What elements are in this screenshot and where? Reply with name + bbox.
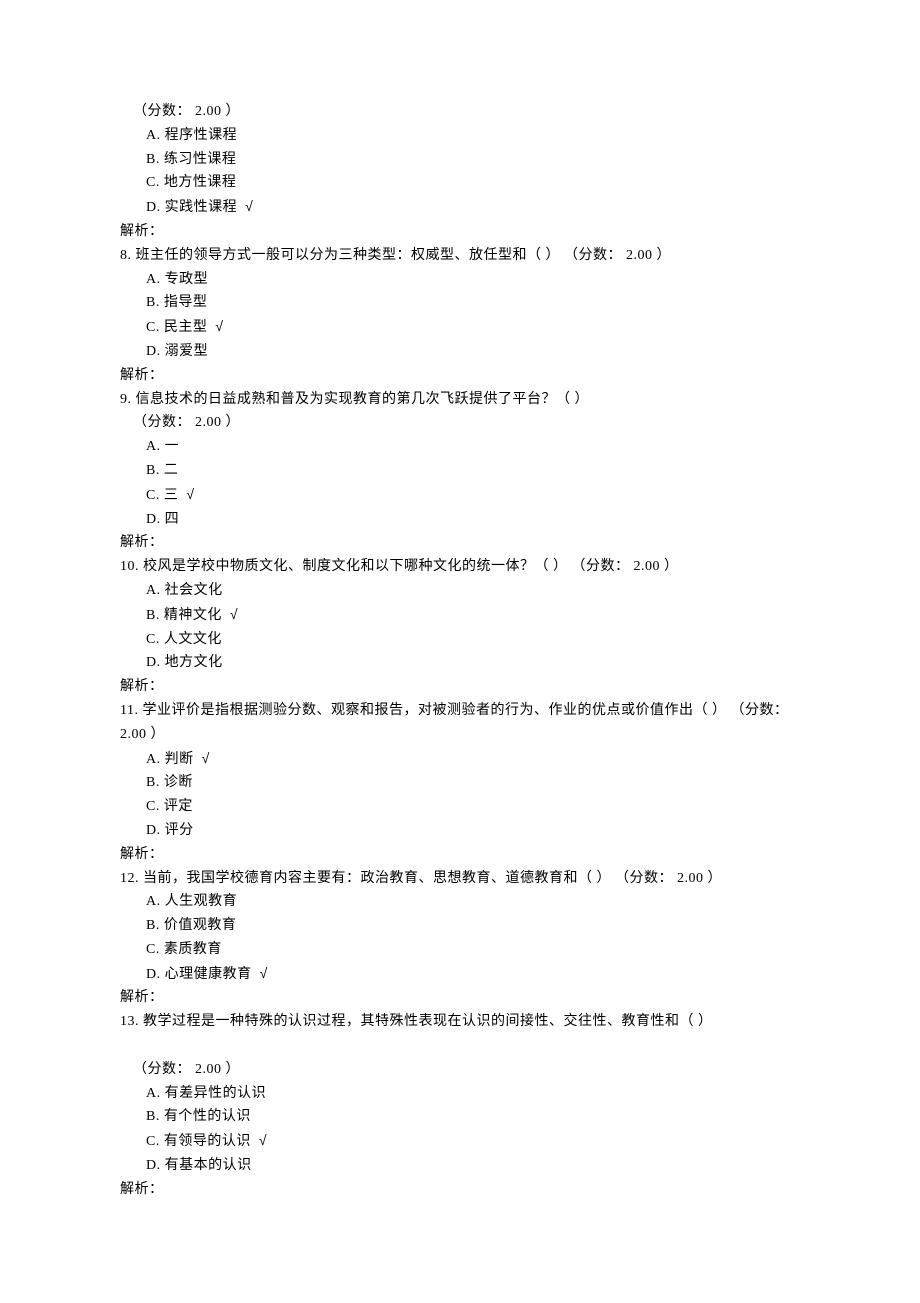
q8-stem: 8. 班主任的领导方式一般可以分为三种类型：权威型、放任型和（ ） （分数： 2… bbox=[120, 244, 800, 268]
q13-option-b: B. 有个性的认识 bbox=[120, 1105, 800, 1129]
q13-option-c-text: C. 有领导的认识 bbox=[146, 1134, 251, 1149]
q8-option-b: B. 指导型 bbox=[120, 291, 800, 315]
q12-option-b: B. 价值观教育 bbox=[120, 914, 800, 938]
q9-option-b: B. 二 bbox=[120, 459, 800, 483]
q9-analysis-label: 解析： bbox=[120, 531, 800, 555]
q13-score: （分数： 2.00 ） bbox=[120, 1058, 800, 1082]
q7-score: （分数： 2.00 ） bbox=[120, 100, 800, 124]
q11-score: 2.00 ） bbox=[120, 723, 800, 747]
q9-option-d: D. 四 bbox=[120, 508, 800, 532]
q7-option-c: C. 地方性课程 bbox=[120, 171, 800, 195]
check-icon: √ bbox=[215, 318, 223, 334]
q8-option-c-text: C. 民主型 bbox=[146, 320, 207, 335]
q7-option-d: D. 实践性课程 √ bbox=[120, 195, 800, 220]
check-icon: √ bbox=[202, 750, 210, 766]
q10-option-b-text: B. 精神文化 bbox=[146, 608, 222, 623]
document-page: （分数： 2.00 ） A. 程序性课程 B. 练习性课程 C. 地方性课程 D… bbox=[0, 0, 920, 1303]
check-icon: √ bbox=[245, 198, 253, 214]
q13-stem: 13. 教学过程是一种特殊的认识过程，其特殊性表现在认识的间接性、交往性、教育性… bbox=[120, 1010, 800, 1034]
q11-option-d: D. 评分 bbox=[120, 819, 800, 843]
q10-option-a: A. 社会文化 bbox=[120, 579, 800, 603]
q12-stem: 12. 当前，我国学校德育内容主要有：政治教育、思想教育、道德教育和（ ） （分… bbox=[120, 867, 800, 891]
q11-option-b: B. 诊断 bbox=[120, 771, 800, 795]
q8-option-c: C. 民主型 √ bbox=[120, 315, 800, 340]
q12-option-d: D. 心理健康教育 √ bbox=[120, 962, 800, 987]
q11-option-c: C. 评定 bbox=[120, 795, 800, 819]
q8-analysis-label: 解析： bbox=[120, 364, 800, 388]
q7-analysis-label: 解析： bbox=[120, 220, 800, 244]
q12-option-d-text: D. 心理健康教育 bbox=[146, 967, 252, 982]
q7-option-b: B. 练习性课程 bbox=[120, 148, 800, 172]
q13-option-d: D. 有基本的认识 bbox=[120, 1154, 800, 1178]
q11-option-a: A. 判断 √ bbox=[120, 747, 800, 772]
q7-option-d-text: D. 实践性课程 bbox=[146, 200, 237, 215]
q12-analysis-label: 解析： bbox=[120, 986, 800, 1010]
q11-option-a-text: A. 判断 bbox=[146, 752, 194, 767]
check-icon: √ bbox=[230, 606, 238, 622]
q11-analysis-label: 解析： bbox=[120, 843, 800, 867]
q10-analysis-label: 解析： bbox=[120, 675, 800, 699]
q13-analysis-label: 解析： bbox=[120, 1178, 800, 1202]
q8-option-d: D. 溺爱型 bbox=[120, 340, 800, 364]
q9-score: （分数： 2.00 ） bbox=[120, 411, 800, 435]
q7-option-a: A. 程序性课程 bbox=[120, 124, 800, 148]
q10-option-c: C. 人文文化 bbox=[120, 628, 800, 652]
q12-option-c: C. 素质教育 bbox=[120, 938, 800, 962]
q8-option-a: A. 专政型 bbox=[120, 268, 800, 292]
q10-option-b: B. 精神文化 √ bbox=[120, 603, 800, 628]
q12-option-a: A. 人生观教育 bbox=[120, 890, 800, 914]
check-icon: √ bbox=[186, 486, 194, 502]
check-icon: √ bbox=[259, 1132, 267, 1148]
q10-stem: 10. 校风是学校中物质文化、制度文化和以下哪种文化的统一体？（ ） （分数： … bbox=[120, 555, 800, 579]
q10-option-d: D. 地方文化 bbox=[120, 651, 800, 675]
q9-stem: 9. 信息技术的日益成熟和普及为实现教育的第几次飞跃提供了平台？（ ） bbox=[120, 388, 800, 412]
check-icon: √ bbox=[260, 965, 268, 981]
q11-stem: 11. 学业评价是指根据测验分数、观察和报告，对被测验者的行为、作业的优点或价值… bbox=[120, 699, 800, 723]
q13-blank bbox=[120, 1034, 800, 1058]
q13-option-a: A. 有差异性的认识 bbox=[120, 1082, 800, 1106]
q13-option-c: C. 有领导的认识 √ bbox=[120, 1129, 800, 1154]
q9-option-a: A. 一 bbox=[120, 435, 800, 459]
q9-option-c: C. 三 √ bbox=[120, 483, 800, 508]
q9-option-c-text: C. 三 bbox=[146, 488, 178, 503]
